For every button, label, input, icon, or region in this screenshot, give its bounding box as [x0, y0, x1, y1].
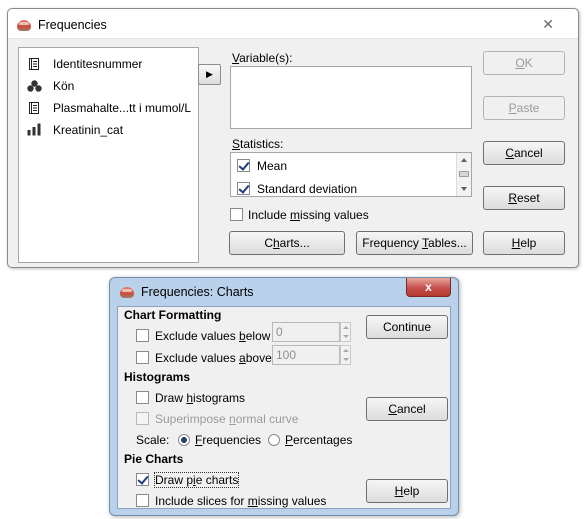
scroll-thumb[interactable]	[459, 171, 469, 177]
scroll-up-icon[interactable]	[461, 158, 467, 162]
nominal-variable-icon	[27, 80, 42, 92]
include-slices-missing-label: Include slices for missing values	[155, 494, 327, 508]
stepper-down-icon[interactable]	[343, 358, 349, 361]
frequencies-titlebar: Frequencies ✕	[8, 9, 578, 39]
reset-button[interactable]: Reset	[483, 186, 565, 210]
draw-histograms-checkbox[interactable]	[136, 391, 149, 404]
include-missing-label: Include missing values	[248, 208, 369, 222]
scale-percentages-radio[interactable]	[268, 434, 280, 446]
pie-charts-heading: Pie Charts	[124, 452, 184, 466]
move-to-variables-button[interactable]: ▶	[198, 64, 221, 85]
superimpose-normal-option[interactable]: Superimpose normal curve	[136, 411, 306, 429]
exclude-above-stepper[interactable]	[340, 345, 351, 365]
variables-label: Variable(s):	[232, 51, 293, 65]
exclude-above-label: Exclude values above	[155, 351, 272, 365]
draw-histograms-option[interactable]: Draw histograms	[136, 390, 256, 408]
charts-dialog: Frequencies: Charts x Chart Formatting E…	[109, 277, 459, 516]
variable-label: Kön	[53, 79, 75, 93]
variable-label: Identitesnummer	[53, 57, 143, 71]
charts-cancel-button[interactable]: Cancel	[366, 397, 448, 421]
charts-close-button[interactable]: x	[406, 278, 451, 297]
charts-dialog-title: Frequencies: Charts	[141, 285, 254, 299]
spss-app-icon	[17, 20, 31, 31]
charts-help-button[interactable]: Help	[366, 479, 448, 503]
include-missing-option[interactable]: Include missing values	[230, 207, 430, 225]
exclude-below-input[interactable]: 0	[272, 322, 340, 342]
charts-dialog-body: Chart Formatting Exclude values below 0 …	[117, 306, 451, 509]
stepper-up-icon[interactable]	[343, 326, 349, 329]
statistics-list[interactable]: Mean Standard deviation	[230, 152, 472, 197]
string-variable-icon	[29, 102, 39, 114]
exclude-above-input[interactable]: 100	[272, 345, 340, 365]
exclude-below-label: Exclude values below	[155, 329, 271, 343]
include-missing-checkbox[interactable]	[230, 208, 243, 221]
chart-formatting-heading: Chart Formatting	[124, 308, 222, 322]
frequencies-close-icon[interactable]: ✕	[542, 16, 554, 33]
ordinal-variable-icon	[27, 123, 41, 136]
paste-button[interactable]: Paste	[483, 96, 565, 120]
continue-button[interactable]: Continue	[366, 315, 448, 339]
exclude-above-option[interactable]: Exclude values above	[136, 350, 276, 368]
draw-pie-charts-option[interactable]: Draw pie charts	[136, 472, 256, 490]
mean-checkbox[interactable]	[237, 159, 250, 172]
scroll-down-icon[interactable]	[461, 187, 467, 191]
statistics-item-label: Standard deviation	[257, 182, 358, 196]
scale-label: Scale:	[136, 433, 170, 447]
source-variable-list[interactable]: Identitesnummer Kön Plasmahalte...tt i m…	[18, 47, 199, 263]
stepper-up-icon[interactable]	[343, 349, 349, 352]
help-button[interactable]: Help	[483, 231, 565, 255]
draw-histograms-label: Draw histograms	[155, 391, 246, 405]
scale-frequencies-radio[interactable]	[178, 434, 190, 446]
include-slices-missing-checkbox[interactable]	[136, 494, 149, 507]
frequency-tables-button[interactable]: Frequency Tables...	[356, 231, 473, 255]
draw-pie-charts-label: Draw pie charts	[153, 472, 240, 488]
target-variables-list[interactable]	[230, 66, 472, 129]
ok-button[interactable]: OK	[483, 51, 565, 75]
charts-button[interactable]: Charts...	[229, 231, 345, 255]
variable-label: Plasmahalte...tt i mumol/L	[53, 101, 192, 115]
spss-app-icon	[120, 287, 134, 298]
exclude-above-checkbox[interactable]	[136, 351, 149, 364]
statistics-scrollbar[interactable]	[456, 153, 471, 196]
scale-percentages-label: Percentages	[285, 433, 353, 447]
draw-pie-charts-checkbox[interactable]	[136, 473, 149, 486]
close-icon: x	[425, 280, 432, 294]
include-slices-missing-option[interactable]: Include slices for missing values	[136, 493, 356, 511]
frequencies-window: Frequencies ✕ Identitesnummer Kön Plasma…	[7, 8, 579, 268]
histograms-heading: Histograms	[124, 370, 191, 384]
exclude-below-checkbox[interactable]	[136, 329, 149, 342]
statistics-item-label: Mean	[257, 159, 288, 173]
exclude-below-stepper[interactable]	[340, 322, 351, 342]
frequencies-title: Frequencies	[38, 18, 107, 32]
statistics-label: Statistics:	[232, 137, 284, 151]
superimpose-normal-checkbox[interactable]	[136, 412, 149, 425]
superimpose-normal-label: Superimpose normal curve	[155, 412, 299, 426]
string-variable-icon	[29, 58, 39, 70]
arrow-right-icon: ▶	[206, 69, 213, 79]
scale-option-group: Scale: Frequencies Percentages	[136, 432, 366, 450]
variable-label: Kreatinin_cat	[53, 123, 124, 137]
exclude-below-option[interactable]: Exclude values below	[136, 328, 276, 346]
stepper-down-icon[interactable]	[343, 335, 349, 338]
cancel-button[interactable]: Cancel	[483, 141, 565, 165]
scale-frequencies-label: Frequencies	[195, 433, 262, 447]
std-dev-checkbox[interactable]	[237, 182, 250, 195]
